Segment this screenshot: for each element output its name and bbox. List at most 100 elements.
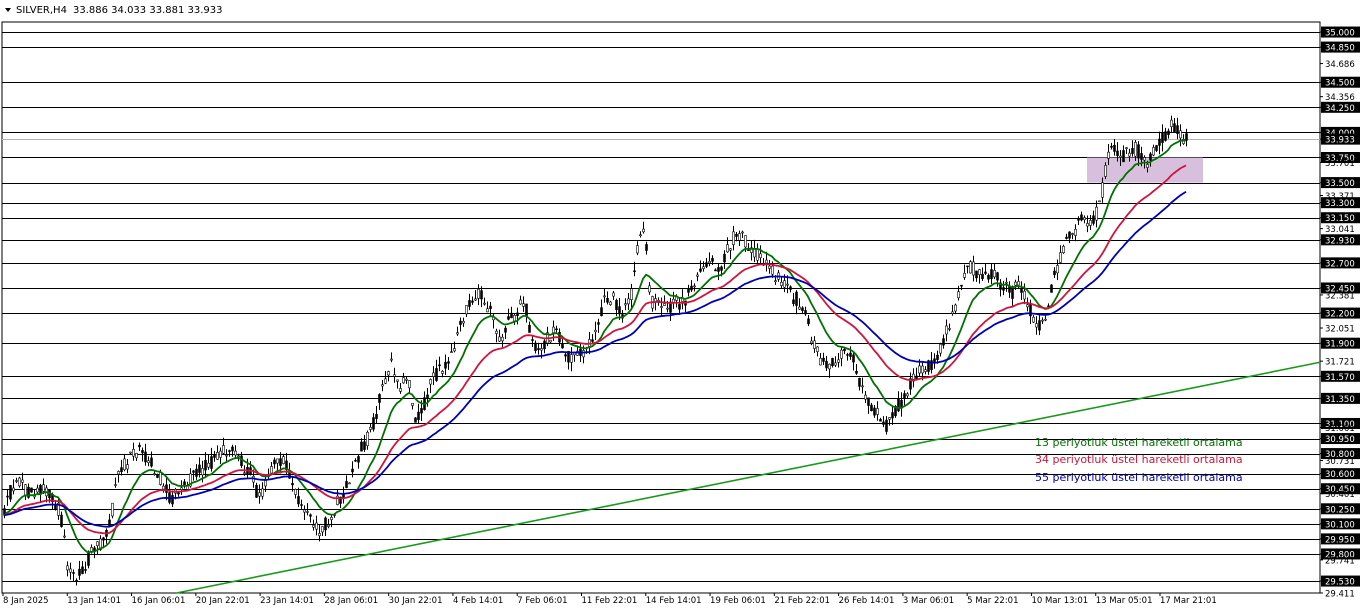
candle-body — [618, 306, 621, 315]
candle-body — [141, 450, 144, 454]
candle-body — [783, 280, 786, 288]
candle-body — [1083, 217, 1086, 220]
candle-body — [960, 284, 963, 287]
candle-body — [369, 426, 372, 430]
time-label: 16 Jan 06:01 — [132, 596, 186, 606]
legend-ema13: 13 periyotluk üstel hareketli ortalama — [1035, 436, 1243, 449]
candle-body — [132, 448, 135, 457]
candle-body — [1026, 304, 1029, 308]
candle-body — [1116, 150, 1119, 156]
candle-body — [990, 269, 993, 280]
candle-body — [867, 397, 870, 406]
price-label: 29.741 — [1325, 556, 1355, 566]
candle-body — [468, 300, 471, 307]
candle-body — [66, 565, 69, 571]
candle-body — [159, 472, 162, 485]
price-label: 32.930 — [1325, 236, 1355, 246]
candle-body — [612, 292, 615, 297]
candle-body — [1185, 133, 1188, 141]
price-label: 34.500 — [1325, 79, 1355, 89]
candle-body — [360, 441, 363, 452]
candle-body — [321, 526, 324, 533]
candle-body — [309, 514, 312, 517]
candle-body — [12, 487, 15, 492]
time-label: 10 Mar 13:01 — [1031, 596, 1088, 606]
candle-body — [441, 370, 444, 374]
candle-body — [945, 325, 948, 335]
candle-body — [771, 265, 774, 275]
candle-body — [804, 310, 807, 315]
candle-body — [918, 365, 921, 374]
candle-body — [921, 365, 924, 374]
candle-body — [756, 248, 759, 261]
candle-body — [216, 452, 219, 460]
candle-body — [108, 519, 111, 527]
candle-body — [1104, 165, 1107, 177]
candle-body — [522, 303, 525, 307]
candle-body — [534, 342, 537, 351]
candle-body — [432, 372, 435, 377]
candle-body — [198, 464, 201, 473]
legend-ema55: 55 periyotluk üstel hareketli ortalama — [1035, 471, 1243, 484]
candle-body — [936, 354, 939, 360]
candle-body — [855, 371, 858, 374]
candle-body — [984, 271, 987, 274]
legend: 13 periyotluk üstel hareketli ortalama 3… — [1035, 436, 1243, 484]
candle-body — [129, 451, 132, 454]
price-chart[interactable]: 35.00034.85034.68634.50034.35634.25034.0… — [0, 0, 1362, 611]
candle-body — [312, 524, 315, 528]
candle-body — [1110, 145, 1113, 148]
candle-body — [1179, 130, 1182, 139]
candle-body — [1065, 236, 1068, 239]
candle-body — [732, 231, 735, 245]
candle-body — [537, 348, 540, 351]
candle-body — [555, 328, 558, 331]
candle-body — [903, 393, 906, 399]
price-label: 31.061 — [1325, 424, 1355, 434]
candle-body — [177, 492, 180, 495]
candle-body — [147, 460, 150, 463]
candle-body — [402, 377, 405, 384]
candle-body — [1005, 281, 1008, 284]
candle-body — [117, 471, 120, 475]
candle-body — [933, 358, 936, 362]
candle-body — [435, 368, 438, 381]
candle-body — [282, 456, 285, 464]
candle-body — [390, 358, 393, 361]
candle-body — [387, 371, 390, 376]
candle-body — [372, 417, 375, 430]
candle-body — [201, 468, 204, 476]
candle-body — [30, 487, 33, 493]
candle-body — [801, 307, 804, 311]
candle-body — [234, 450, 237, 456]
candle-body — [963, 272, 966, 278]
candle-body — [882, 421, 885, 425]
candle-body — [240, 455, 243, 466]
candle-body — [861, 385, 864, 388]
candle-body — [1020, 288, 1023, 293]
price-label: 34.250 — [1325, 104, 1355, 114]
candle-body — [450, 351, 453, 353]
candle-body — [528, 324, 531, 333]
price-label: 34.850 — [1325, 44, 1355, 54]
candle-body — [327, 524, 330, 527]
candle-body — [774, 280, 777, 282]
candle-body — [876, 408, 879, 415]
candle-body — [294, 489, 297, 495]
candle-body — [846, 354, 849, 356]
candle-body — [807, 318, 810, 325]
candle-body — [582, 350, 585, 358]
time-label: 28 Jan 06:01 — [324, 596, 378, 606]
candle-body — [597, 322, 600, 325]
candle-body — [744, 235, 747, 248]
candle-body — [315, 522, 318, 530]
time-label: 3 Mar 06:01 — [903, 596, 954, 606]
candle-body — [183, 481, 186, 486]
candle-body — [123, 458, 126, 471]
time-label: 13 Mar 05:01 — [1096, 596, 1153, 606]
candle-body — [165, 484, 168, 493]
candle-body — [1122, 150, 1125, 163]
candle-body — [609, 301, 612, 305]
candle-body — [1158, 138, 1161, 146]
candle-body — [1119, 155, 1122, 158]
